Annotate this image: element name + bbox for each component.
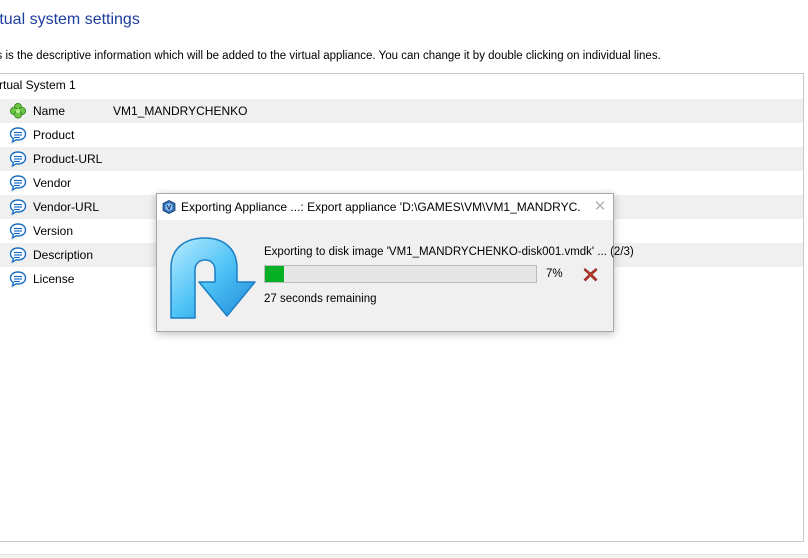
- time-remaining-text: 27 seconds remaining: [264, 293, 377, 305]
- row-label: Name: [33, 104, 66, 118]
- export-progress-dialog: V Exporting Appliance ...: Export applia…: [156, 193, 634, 332]
- tree-row-product-url[interactable]: Product-URL: [0, 147, 803, 171]
- progress-percent-label: 7%: [546, 268, 563, 280]
- speech-bubble-icon: [9, 223, 27, 240]
- row-label: Version: [33, 224, 74, 238]
- window-bottom-edge: [0, 554, 808, 558]
- dialog-close-button[interactable]: ✕: [590, 197, 610, 217]
- tree-row-name[interactable]: Name VM1_MANDRYCHENKO: [0, 99, 803, 123]
- speech-bubble-icon: [9, 151, 27, 168]
- row-label: License: [33, 272, 75, 286]
- clover-icon: [10, 103, 26, 119]
- speech-bubble-icon: [9, 175, 27, 192]
- page-description: is is the descriptive information which …: [0, 50, 661, 62]
- svg-text:V: V: [167, 204, 172, 211]
- cancel-export-icon[interactable]: [583, 267, 598, 282]
- export-status-text: Exporting to disk image 'VM1_MANDRYCHENK…: [264, 246, 634, 258]
- speech-bubble-icon: [9, 199, 27, 216]
- row-label: Product: [33, 128, 75, 142]
- row-label: Vendor-URL: [33, 200, 100, 214]
- speech-bubble-icon: [9, 127, 27, 144]
- speech-bubble-icon: [9, 271, 27, 288]
- export-progress-bar: [264, 265, 537, 283]
- row-label: Description: [33, 248, 94, 262]
- tree-row-product[interactable]: Product: [0, 123, 803, 147]
- tree-root-virtual-system[interactable]: rtual System 1: [0, 78, 76, 92]
- dialog-titlebar[interactable]: V Exporting Appliance ...: Export applia…: [157, 194, 613, 220]
- tree-row-vendor[interactable]: Vendor: [0, 171, 803, 195]
- virtualbox-icon: V: [162, 200, 176, 214]
- row-value[interactable]: VM1_MANDRYCHENKO: [113, 104, 247, 118]
- export-arrow-icon: [170, 237, 256, 319]
- row-label: Vendor: [33, 176, 72, 190]
- row-label: Product-URL: [33, 152, 103, 166]
- speech-bubble-icon: [9, 247, 27, 264]
- page-title: rtual system settings: [0, 11, 140, 28]
- progress-fill: [265, 266, 284, 282]
- dialog-title: Exporting Appliance ...: Export applianc…: [181, 200, 581, 214]
